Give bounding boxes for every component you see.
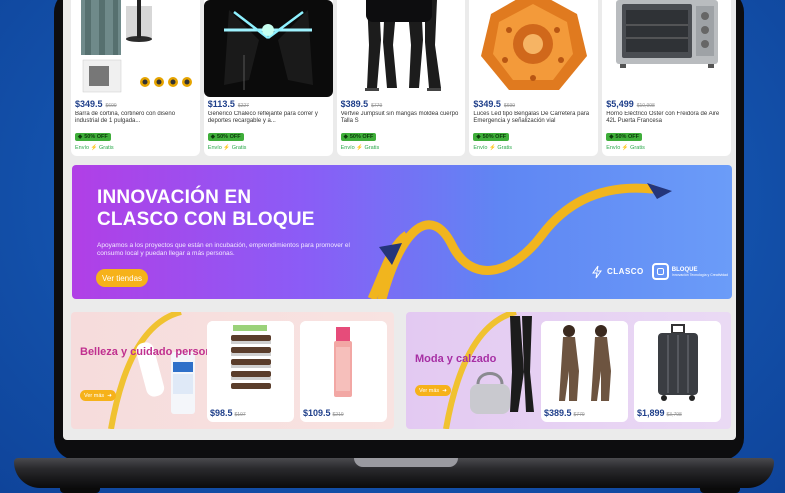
shipping-label: Envío ⚡ Gratis (340, 145, 380, 151)
product-old-price: $699 (105, 103, 117, 109)
category-title: Moda y calzado (415, 353, 497, 365)
product-card[interactable]: $349.5 $699 Luces Led tipo Bengalas De C… (469, 0, 599, 156)
product-old-price: $227 (237, 103, 249, 109)
category-decoration (108, 312, 195, 429)
tag-icon: ◆ (210, 134, 216, 140)
product-price: $389.5 (544, 408, 572, 418)
see-more-button[interactable]: Ver más ➜ (415, 385, 451, 396)
mini-product-card[interactable]: $1,899 $3,798 (634, 321, 721, 422)
product-image-curtain-rod (71, 0, 200, 97)
clasco-logo: CLASCO (590, 265, 644, 279)
product-price: $109.5 (303, 408, 331, 418)
product-image-suitcase (634, 321, 721, 405)
discount-label: 50% OFF (482, 134, 507, 140)
banner-title-line1: INNOVACIÓN EN (97, 187, 252, 208)
promo-banner[interactable]: INNOVACIÓN EN CLASCO CON BLOQUE Apoyamos… (72, 165, 732, 299)
product-price: $5,499 (606, 99, 634, 109)
product-card[interactable]: $389.5 $779 Vertvie Jumpsuit sin mangas … (336, 0, 466, 156)
clasco-logo-text: CLASCO (607, 267, 644, 276)
product-image-oven (602, 0, 731, 97)
shipping-label: Envío ⚡ Gratis (207, 145, 247, 151)
discount-badge: ◆ 50% OFF (340, 133, 377, 141)
discount-label: 50% OFF (615, 134, 639, 140)
product-title[interactable]: Vertvie Jumpsuit sin mangas moldea cuerp… (341, 111, 463, 125)
bloque-logo-subtext: Innovación Tecnología y Creatividad (671, 272, 728, 277)
category-fashion[interactable]: Moda y calzado Ver más ➜ $389.5 $779 $1,… (406, 312, 731, 429)
tag-icon: ◆ (609, 134, 614, 140)
product-image-lip-gloss (300, 321, 387, 405)
product-row: $349.5 $699 Barra de cortina, cortinero … (71, 0, 731, 156)
product-title[interactable]: Horno Eléctrico Oster con Freidora de Ai… (606, 111, 728, 125)
shipping-label: Envío ⚡ Gratis (473, 145, 513, 151)
category-title: Belleza y cuidado personal (80, 346, 222, 358)
product-old-price: $219 (332, 412, 344, 418)
discount-label: 50% OFF (217, 134, 241, 140)
banner-description: Apoyamos a los proyectos que están en in… (97, 242, 350, 257)
see-more-label: Ver más (84, 392, 105, 399)
see-more-label: Ver más (419, 387, 440, 394)
partner-logos: CLASCO BLOQUE Innovación Tecnología y Cr… (590, 263, 728, 280)
product-old-price: $699 (503, 103, 516, 109)
discount-badge: ◆ 50% OFF (606, 133, 642, 141)
mini-product-card[interactable]: $389.5 $779 (541, 321, 628, 422)
banner-title-line2: CLASCO CON BLOQUE (97, 209, 315, 230)
laptop-foot (700, 488, 740, 493)
product-price: $98.5 (210, 408, 233, 418)
product-old-price: $197 (234, 412, 246, 418)
mini-product-card[interactable]: $109.5 $219 (300, 321, 387, 422)
bloque-logo: BLOQUE Innovación Tecnología y Creativid… (651, 263, 728, 280)
discount-label: 50% OFF (84, 134, 108, 140)
product-image-reflective-vest (203, 0, 333, 97)
product-title[interactable]: Luces Led tipo Bengalas De Carretera par… (473, 111, 595, 125)
product-old-price: $3,798 (666, 412, 682, 418)
arrow-right-icon: ➜ (442, 387, 447, 394)
laptop-screen: $349.5 $699 Barra de cortina, cortinero … (63, 0, 736, 440)
product-old-price: $10,998 (636, 103, 655, 109)
tag-icon: ◆ (343, 134, 348, 140)
product-image-jumpsuit (541, 321, 628, 405)
product-price: $349.5 (473, 99, 501, 109)
product-image-hair-clips (207, 321, 294, 405)
product-old-price: $779 (371, 103, 383, 109)
category-decoration (443, 312, 534, 429)
laptop-base-notch (354, 458, 458, 467)
product-price: $1,899 (637, 408, 665, 418)
product-title[interactable]: Genérico Chaleco reflejante para correr … (208, 111, 330, 125)
product-title[interactable]: Barra de cortina, cortinero con diseño i… (75, 111, 197, 125)
category-beauty[interactable]: Belleza y cuidado personal Ver más ➜ $98… (71, 312, 394, 429)
tag-icon: ◆ (78, 134, 83, 140)
discount-badge: ◆ 50% OFF (473, 133, 510, 141)
product-image-led-flare (469, 0, 599, 97)
laptop-base (14, 458, 774, 488)
product-card[interactable]: $5,499 $10,998 Horno Eléctrico Oster con… (602, 0, 731, 156)
product-price: $349.5 (75, 99, 103, 109)
laptop-foot (60, 488, 100, 493)
arrow-right-icon: ➜ (107, 392, 112, 399)
view-stores-button[interactable]: Ver tiendas (96, 269, 149, 287)
mini-product-card[interactable]: $98.5 $197 (207, 321, 294, 422)
clasco-bolt-icon (592, 265, 602, 278)
shipping-label: Envío ⚡ Gratis (606, 145, 645, 151)
discount-label: 50% OFF (349, 134, 374, 140)
product-card[interactable]: $113.5 $227 Genérico Chaleco reflejante … (203, 0, 333, 156)
product-price: $389.5 (340, 99, 369, 109)
product-price: $113.5 (207, 99, 235, 109)
tag-icon: ◆ (476, 134, 481, 140)
bloque-icon (651, 263, 669, 280)
product-old-price: $779 (573, 412, 585, 418)
camera-notch (366, 0, 432, 22)
product-card[interactable]: $349.5 $699 Barra de cortina, cortinero … (71, 0, 200, 156)
see-more-button[interactable]: Ver más ➜ (80, 390, 116, 401)
banner-title: INNOVACIÓN EN CLASCO CON BLOQUE (97, 187, 315, 231)
shipping-label: Envío ⚡ Gratis (75, 145, 114, 151)
discount-badge: ◆ 50% OFF (75, 133, 111, 141)
discount-badge: ◆ 50% OFF (207, 133, 244, 141)
